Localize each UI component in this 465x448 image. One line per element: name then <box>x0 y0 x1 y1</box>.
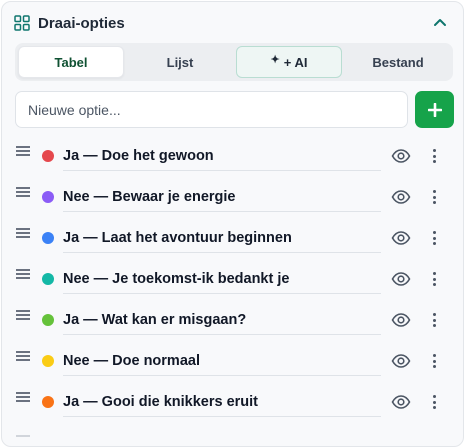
drag-handle-icon[interactable] <box>16 269 30 279</box>
option-color-dot[interactable] <box>42 232 54 244</box>
option-label[interactable]: Ja — Wat kan er misgaan? <box>63 310 381 335</box>
option-row: Nee — Je toekomst-ik bedankt je <box>2 259 463 300</box>
option-color-dot[interactable] <box>42 314 54 326</box>
option-row: Ja — Wat kan er misgaan? <box>2 300 463 341</box>
drag-handle-icon[interactable] <box>16 187 30 197</box>
option-row: Nee — Doe normaal <box>2 341 463 382</box>
drag-handle-icon[interactable] <box>16 228 30 238</box>
option-color-dot[interactable] <box>42 150 54 162</box>
tab-label: Bestand <box>372 54 424 70</box>
option-label[interactable]: Ja — Doe het gewoon <box>63 146 381 171</box>
drag-handle-icon[interactable] <box>16 351 30 361</box>
option-row: Ja — Doe het gewoon <box>2 136 463 177</box>
panel-header: Draai-opties <box>14 12 451 34</box>
eye-icon[interactable] <box>391 393 411 411</box>
panel-title: Draai-opties <box>38 14 125 32</box>
option-label[interactable]: Ja — Laat het avontuur beginnen <box>63 228 381 253</box>
spin-options-panel: Draai-opties Tabel Lijst ✦+ AI Bestand J… <box>1 1 464 447</box>
view-tabs: Tabel Lijst ✦ + AI Bestand <box>15 43 453 81</box>
tab-label: Tabel <box>54 54 88 70</box>
tab-tabel[interactable]: Tabel <box>18 46 124 78</box>
eye-icon[interactable] <box>391 270 411 288</box>
more-options-icon[interactable] <box>430 270 438 288</box>
drag-handle-icon[interactable] <box>16 146 30 156</box>
option-color-dot[interactable] <box>42 355 54 367</box>
more-options-icon[interactable] <box>430 393 438 411</box>
more-options-icon[interactable] <box>430 352 438 370</box>
more-options-icon[interactable] <box>430 188 438 206</box>
chevron-up-icon[interactable] <box>431 14 449 32</box>
eye-icon[interactable] <box>391 147 411 165</box>
tab-lijst[interactable]: Lijst <box>128 46 232 78</box>
option-label[interactable]: Nee — Bewaar je energie <box>63 187 381 212</box>
option-row: Nee — Bewaar je energie <box>2 177 463 218</box>
option-label[interactable]: Ja — Gooi die knikkers eruit <box>63 392 381 417</box>
option-label[interactable]: Nee — Je toekomst-ik bedankt je <box>63 269 381 294</box>
new-option-input[interactable] <box>15 91 408 128</box>
add-option-row <box>15 91 455 128</box>
eye-icon[interactable] <box>391 229 411 247</box>
more-options-icon[interactable] <box>430 147 438 165</box>
option-color-dot[interactable] <box>42 191 54 203</box>
more-options-icon[interactable] <box>430 229 438 247</box>
options-list: Ja — Doe het gewoon Nee — Bewaar je energ… <box>2 136 463 423</box>
tab-label: Lijst <box>166 54 194 70</box>
tab-ai[interactable]: ✦ + AI <box>236 46 342 78</box>
tab-bestand[interactable]: Bestand <box>346 46 450 78</box>
eye-icon[interactable] <box>391 188 411 206</box>
eye-icon[interactable] <box>391 311 411 329</box>
drag-handle-icon[interactable] <box>16 310 30 320</box>
tab-label: + AI <box>283 54 308 70</box>
add-option-button[interactable] <box>415 91 454 128</box>
sparkle-icon: ✦ <box>270 53 280 66</box>
plus-icon <box>427 97 442 123</box>
eye-icon[interactable] <box>391 352 411 370</box>
drag-handle-icon[interactable] <box>16 392 30 402</box>
more-options-icon[interactable] <box>430 311 438 329</box>
option-color-dot[interactable] <box>42 273 54 285</box>
grid-icon <box>14 15 30 31</box>
option-row: Ja — Laat het avontuur beginnen <box>2 218 463 259</box>
option-color-dot[interactable] <box>42 396 54 408</box>
option-row: Ja — Gooi die knikkers eruit <box>2 382 463 423</box>
drag-handle-partial <box>16 435 30 437</box>
option-label[interactable]: Nee — Doe normaal <box>63 351 381 376</box>
